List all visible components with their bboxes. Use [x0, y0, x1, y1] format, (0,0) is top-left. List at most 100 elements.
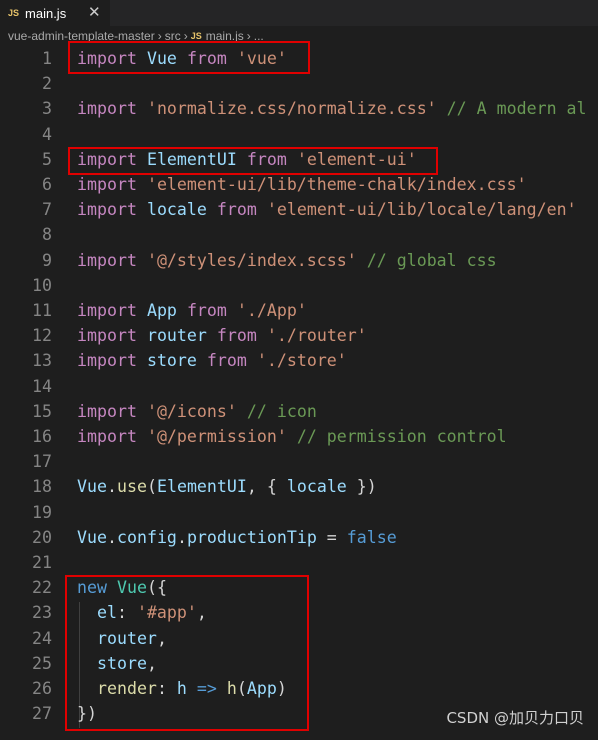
line-number: 8	[42, 225, 52, 245]
code-line: 3 import 'normalize.css/normalize.css' //…	[0, 96, 598, 121]
code-token: // permission control	[296, 427, 507, 446]
code-text: store,	[77, 651, 157, 676]
code-token: '@/styles/index.scss'	[146, 250, 357, 270]
code-token: h	[176, 679, 187, 698]
code-token: el	[96, 603, 117, 623]
line-number: 26	[32, 679, 52, 698]
line-number: 1	[42, 49, 52, 68]
code-token: locale	[146, 200, 207, 220]
code-line: 19	[0, 500, 598, 525]
code-token: 'element-ui/lib/locale/lang/en'	[266, 200, 577, 220]
line-number: 18	[32, 477, 52, 497]
code-text: render: h => h(App)	[77, 676, 287, 701]
code-line: 17	[0, 449, 598, 474]
line-number: 11	[32, 301, 52, 320]
code-token: config	[116, 527, 177, 547]
code-token: :	[156, 679, 177, 698]
code-editor[interactable]: 1 import Vue from 'vue' 2 3 import 'normaliz…	[0, 41, 598, 740]
code-text: import store from './store'	[77, 348, 347, 373]
code-line: 26 render: h => h(App)	[0, 676, 598, 701]
close-icon[interactable]: ✕	[88, 3, 101, 21]
code-token: 'normalize.css/normalize.css'	[146, 99, 437, 119]
line-number: 4	[42, 124, 52, 144]
code-text: Vue.use(ElementUI, { locale })	[77, 474, 377, 499]
line-number: 22	[32, 578, 52, 598]
code-line: 24 router,	[0, 626, 598, 651]
line-number: 9	[42, 250, 52, 270]
code-token: './store'	[256, 351, 347, 371]
line-number: 24	[32, 628, 52, 648]
code-token: =	[316, 527, 347, 547]
line-number: 15	[32, 401, 52, 421]
line-number: 10	[32, 275, 52, 295]
code-token: use	[116, 477, 147, 497]
code-text: })	[77, 701, 97, 726]
code-text: import router from './router'	[77, 323, 367, 348]
code-token: })	[77, 704, 97, 724]
code-token: .	[176, 527, 187, 547]
code-line: 14	[0, 374, 598, 399]
code-line: 22 new Vue({	[0, 575, 598, 600]
code-token: , {	[246, 477, 287, 497]
code-token: '@/icons'	[146, 401, 237, 421]
code-token: locale	[286, 477, 347, 497]
code-token: Vue	[116, 578, 147, 598]
js-icon: JS	[8, 8, 20, 18]
line-number: 13	[32, 351, 52, 371]
code-text: Vue.config.productionTip = false	[77, 525, 397, 550]
code-token: App	[146, 301, 177, 320]
code-token: import	[77, 149, 137, 169]
code-token: import	[77, 200, 137, 220]
tab-main-js[interactable]: JS main.js ✕	[0, 0, 110, 26]
code-token: // A modern al	[446, 99, 587, 119]
code-token: import	[77, 326, 137, 346]
code-text: import 'element-ui/lib/theme-chalk/index…	[77, 172, 527, 197]
code-token: ,	[146, 653, 157, 673]
code-token: )	[276, 679, 287, 698]
code-token: import	[77, 175, 137, 194]
code-token: ,	[156, 628, 167, 648]
code-token: '@/permission'	[146, 427, 287, 446]
code-token: import	[77, 49, 137, 68]
code-token: // global css	[366, 250, 497, 270]
line-number: 7	[42, 200, 52, 220]
code-line: 9 import '@/styles/index.scss' // global …	[0, 248, 598, 273]
code-line: 23 el: '#app',	[0, 600, 598, 625]
code-token: })	[346, 477, 377, 497]
code-line: 8	[0, 222, 598, 247]
code-token: store	[96, 653, 147, 673]
code-token: from	[216, 200, 257, 220]
line-number: 25	[32, 653, 52, 673]
code-token: ,	[196, 603, 207, 623]
code-token: router	[146, 326, 207, 346]
code-line: 2	[0, 71, 598, 96]
code-token: false	[346, 527, 397, 547]
code-line: 11 import App from './App'	[0, 298, 598, 323]
code-token: 'vue'	[236, 49, 287, 68]
line-number: 27	[32, 704, 52, 724]
code-token: 'element-ui'	[296, 149, 417, 169]
code-text: import Vue from 'vue'	[77, 46, 287, 71]
code-token: import	[77, 401, 137, 421]
